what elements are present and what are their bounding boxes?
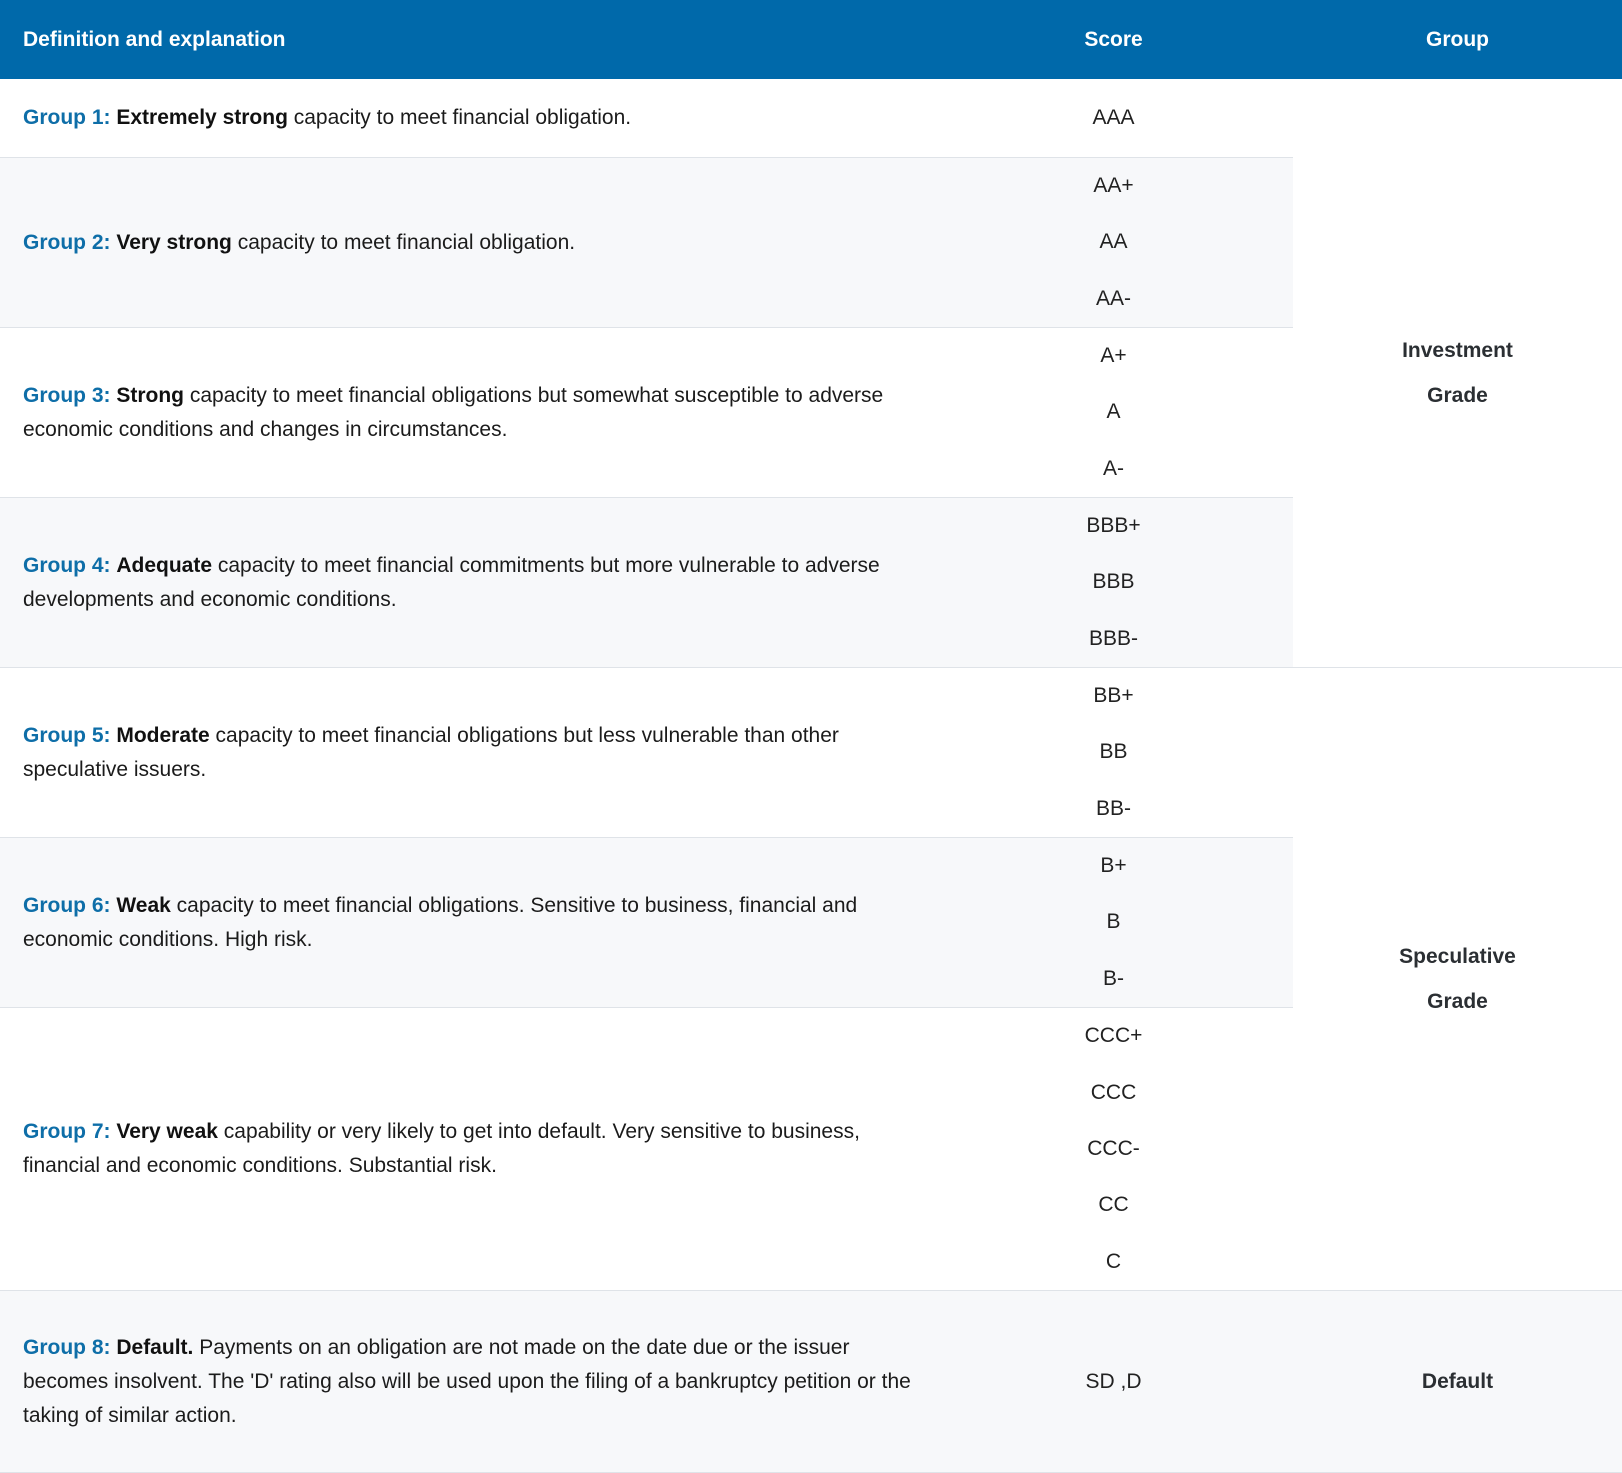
capacity-term: Adequate (116, 553, 213, 577)
score-value: BB+ (1093, 684, 1134, 708)
group-name-line2: Grade (1427, 384, 1488, 407)
header-definition: Definition and explanation (23, 27, 286, 51)
score-cell: B+ B B- (934, 838, 1293, 1007)
score-cell: AAA (934, 79, 1293, 157)
group-name-line2: Grade (1427, 990, 1488, 1013)
definition-cell: Group 2: Very strong capacity to meet fi… (0, 158, 934, 327)
score-value: B (1106, 910, 1121, 934)
definition-text: capacity to meet financial obligation. (287, 106, 632, 129)
score-value: SD ,D (1085, 1369, 1142, 1393)
score-value: CCC- (1087, 1136, 1140, 1160)
table-row: Group 6: Weak capacity to meet financial… (0, 838, 1293, 1008)
score-value: B+ (1100, 854, 1127, 878)
score-value: BB (1099, 740, 1128, 764)
score-value: C (1105, 1249, 1122, 1273)
table-row: Group 7: Very weak capability or very li… (0, 1008, 1293, 1291)
score-cell: A+ A A- (934, 328, 1293, 497)
group-cell-speculative: Speculative Grade (1293, 668, 1622, 1291)
group-label: Group 5: (23, 723, 111, 747)
definition-cell: Group 4: Adequate capacity to meet finan… (0, 498, 934, 667)
definition-text: capacity to meet financial obligation. (231, 230, 576, 254)
capacity-term: Weak (116, 893, 171, 917)
table-row: Group 5: Moderate capacity to meet finan… (0, 668, 1293, 838)
score-value: BB- (1095, 796, 1131, 820)
header-group: Group (1426, 27, 1489, 51)
definition-cell: Group 8: Default. Payments on an obligat… (0, 1291, 934, 1472)
score-cell: SD ,D (934, 1291, 1293, 1472)
group-cell-investment: Investment Grade (1293, 79, 1622, 668)
table-body: Group 1: Extremely strong capacity to me… (0, 79, 1293, 1473)
score-cell: BBB+ BBB BBB- (934, 498, 1293, 667)
score-value: BBB+ (1086, 514, 1141, 538)
score-value: AA (1099, 230, 1128, 254)
table-row: Group 1: Extremely strong capacity to me… (0, 79, 1293, 158)
group-label: Group 6: (23, 893, 111, 917)
score-value: CC (1098, 1193, 1129, 1217)
capacity-term: Extremely strong (116, 106, 288, 129)
group-name-line1: Investment (1402, 339, 1513, 362)
definition-cell: Group 6: Weak capacity to meet financial… (0, 838, 934, 1007)
score-value: A- (1103, 456, 1124, 480)
score-value: B- (1103, 966, 1124, 990)
score-value: AA- (1095, 286, 1131, 310)
group-label: Group 4: (23, 553, 111, 577)
definition-cell: Group 7: Very weak capability or very li… (0, 1008, 934, 1290)
group-label: Group 3: (23, 383, 111, 407)
table-row: Group 3: Strong capacity to meet financi… (0, 328, 1293, 498)
table-row: Group 2: Very strong capacity to meet fi… (0, 158, 1293, 328)
group-label: Group 8: (23, 1335, 111, 1359)
definition-cell: Group 3: Strong capacity to meet financi… (0, 328, 934, 497)
capacity-term: Very weak (116, 1120, 218, 1143)
ratings-table: Definition and explanation Score Group G… (0, 0, 1622, 1473)
score-cell: BB+ BB BB- (934, 668, 1293, 837)
score-value: BBB (1092, 570, 1135, 594)
definition-cell: Group 5: Moderate capacity to meet finan… (0, 668, 934, 837)
group-name-line1: Speculative (1399, 945, 1516, 968)
score-value: CCC (1090, 1080, 1137, 1104)
score-value: BBB- (1088, 626, 1138, 650)
table-row: Group 8: Default. Payments on an obligat… (0, 1291, 1293, 1473)
group-name-line1: Default (1421, 1370, 1494, 1393)
header-score: Score (1084, 27, 1143, 51)
score-value: AA+ (1093, 174, 1134, 198)
definition-cell: Group 1: Extremely strong capacity to me… (0, 79, 934, 157)
capacity-term: Default. (116, 1335, 194, 1359)
table-header: Definition and explanation Score Group (0, 0, 1622, 79)
group-label: Group 1: (23, 106, 111, 129)
score-cell: CCC+ CCC CCC- CC C (934, 1008, 1293, 1290)
capacity-term: Strong (116, 383, 184, 407)
score-value: A (1106, 400, 1121, 424)
score-cell: AA+ AA AA- (934, 158, 1293, 327)
score-value: CCC+ (1084, 1024, 1143, 1048)
capacity-term: Very strong (116, 230, 232, 254)
score-value: A+ (1100, 344, 1127, 368)
group-label: Group 7: (23, 1120, 111, 1143)
group-column: Investment Grade Speculative Grade Defau… (1293, 79, 1622, 1473)
table-row: Group 4: Adequate capacity to meet finan… (0, 498, 1293, 668)
capacity-term: Moderate (116, 723, 210, 747)
group-cell-default: Default (1293, 1291, 1622, 1473)
group-label: Group 2: (23, 230, 111, 254)
score-value: AAA (1092, 106, 1135, 129)
